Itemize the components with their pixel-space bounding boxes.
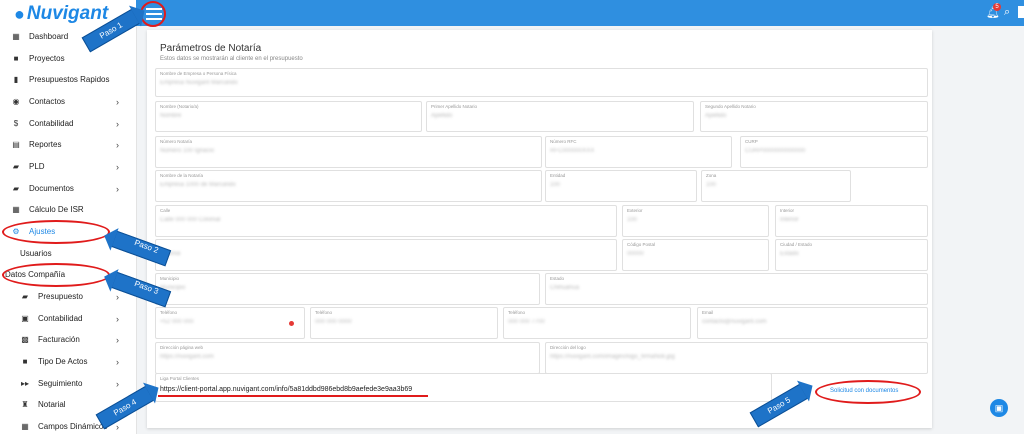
error-dot [289,321,294,326]
chevron-right-icon: › [116,421,119,432]
stamp-icon: ♜ [21,400,29,409]
codigo-postal-field[interactable]: Código Postal 00000 [622,239,769,271]
numero-notaria-field[interactable]: Número Notaría Número 100 Ignacio [155,136,542,168]
page-subtitle: Estos datos se mostrarán al cliente en e… [160,56,303,62]
telefono-field[interactable]: Teléfono +52 000 000 [155,307,305,339]
app-header [136,0,1024,26]
pagina-web-field[interactable]: Dirección página web https://nuvigant.co… [155,342,540,374]
empresa-field[interactable]: Nombre de Empresa o Persona Física Empre… [155,68,928,97]
calle-field[interactable]: Calle Calle 000 000 Colonial [155,205,617,237]
zona-field[interactable]: Zona 100 [701,170,851,202]
briefcase-icon: ■ [13,54,19,63]
header-edge [1018,6,1024,18]
logo-icon: ● [14,3,25,24]
sidebar-item-presupuestos-rapidos[interactable]: ▮ Presupuestos Rapidos [0,69,136,90]
document-icon: ▮ [13,75,19,84]
wallet-icon: ▣ [21,314,29,323]
chevron-right-icon: › [116,183,119,194]
chevron-right-icon: › [116,291,119,302]
ciudad-estado-field[interactable]: Ciudad / Estado Estado [775,239,928,271]
fast-forward-icon: ▸▸ [20,379,30,388]
chevron-right-icon: › [116,356,119,367]
telefono2-field[interactable]: Teléfono 000 000 0000 [310,307,498,339]
colonia-field[interactable]: Colonia [155,239,617,271]
telefono3-field[interactable]: Teléfono 000 000 7700 [503,307,691,339]
curp-field[interactable]: CURP CURP0000000000000 [740,136,928,168]
highlight-ajustes [2,220,110,244]
sidebar-item-pld[interactable]: ▰ PLD › [0,156,136,177]
sidebar-item-proyectos[interactable]: ■ Proyectos [0,48,136,69]
chevron-right-icon: › [116,313,119,324]
sidebar-item-documentos[interactable]: ▰ Documentos › [0,178,136,199]
dashboard-icon: ▦ [12,32,20,41]
save-button[interactable]: ▣ [990,399,1008,417]
entidad-field[interactable]: Entidad 100 [545,170,697,202]
chevron-right-icon: › [116,334,119,345]
email-field[interactable]: Email contacto@nuvigant.com [697,307,928,339]
folder-icon: ▰ [21,292,29,301]
folder-icon: ▰ [12,162,20,171]
page-title: Parámetros de Notaría [160,43,262,54]
segundo-apellido-field[interactable]: Segundo Apellido Notario Apellido [700,101,928,132]
logo-text: Nuvigant [26,3,109,24]
dollar-icon: $ [13,119,19,128]
briefcase-icon: ■ [22,357,28,366]
sidebar-item-seguimiento[interactable]: ▸▸ Seguimiento › [0,373,136,394]
grid-icon: ▦ [21,422,29,431]
chevron-right-icon: › [116,118,119,129]
sidebar-item-reportes[interactable]: ▤ Reportes › [0,134,136,155]
search-icon[interactable]: ⌕ [1004,6,1010,19]
primer-apellido-field[interactable]: Primer Apellido Notario Apellido [426,101,694,132]
chevron-right-icon: › [116,96,119,107]
nombre-notario-field[interactable]: Nombre (Notario/a) Nombre [155,101,422,132]
exterior-field[interactable]: Exterior 100 [622,205,769,237]
sidebar-item-facturacion[interactable]: ▩ Facturación › [0,329,136,350]
qr-icon: ▩ [21,335,29,344]
sidebar-item-contabilidad[interactable]: $ Contabilidad › [0,113,136,134]
portal-clientes-field[interactable]: Liga Portal Clientes https://client-port… [155,373,772,402]
sidebar-item-contabilidad-settings[interactable]: ▣ Contabilidad › [0,308,136,329]
sidebar-item-tipo-de-actos[interactable]: ■ Tipo De Actos › [0,351,136,372]
chevron-right-icon: › [116,378,119,389]
estado-field[interactable]: Estado Chihuahua [545,273,928,305]
highlight-portal-underline [158,395,428,397]
calculator-icon: ▦ [12,205,20,214]
folder-icon: ▰ [12,184,20,193]
interior-field[interactable]: Interior Interior [775,205,928,237]
sidebar-item-contactos[interactable]: ◉ Contactos › [0,91,136,112]
person-icon: ◉ [12,97,20,106]
municipio-field[interactable]: Municipio Municipio [155,273,540,305]
sidebar-item-calculo-isr[interactable]: ▦ Cálculo De ISR [0,199,136,220]
rfc-field[interactable]: Número RFC RFC000000XXX [545,136,732,168]
highlight-datos-compania [2,263,110,287]
save-icon: ▣ [994,402,1004,413]
chevron-right-icon: › [116,161,119,172]
chart-icon: ▤ [12,140,20,149]
logo-url-field[interactable]: Dirección del logo https://nuvigant.com/… [545,342,928,374]
notification-badge: 5 [993,3,1001,11]
chevron-right-icon: › [116,139,119,150]
highlight-solicitud [815,380,921,404]
app-logo[interactable]: ● Nuvigant [14,3,108,25]
nombre-notaria-field[interactable]: Nombre de la Notaría Empresa 1000 de Mar… [155,170,542,202]
